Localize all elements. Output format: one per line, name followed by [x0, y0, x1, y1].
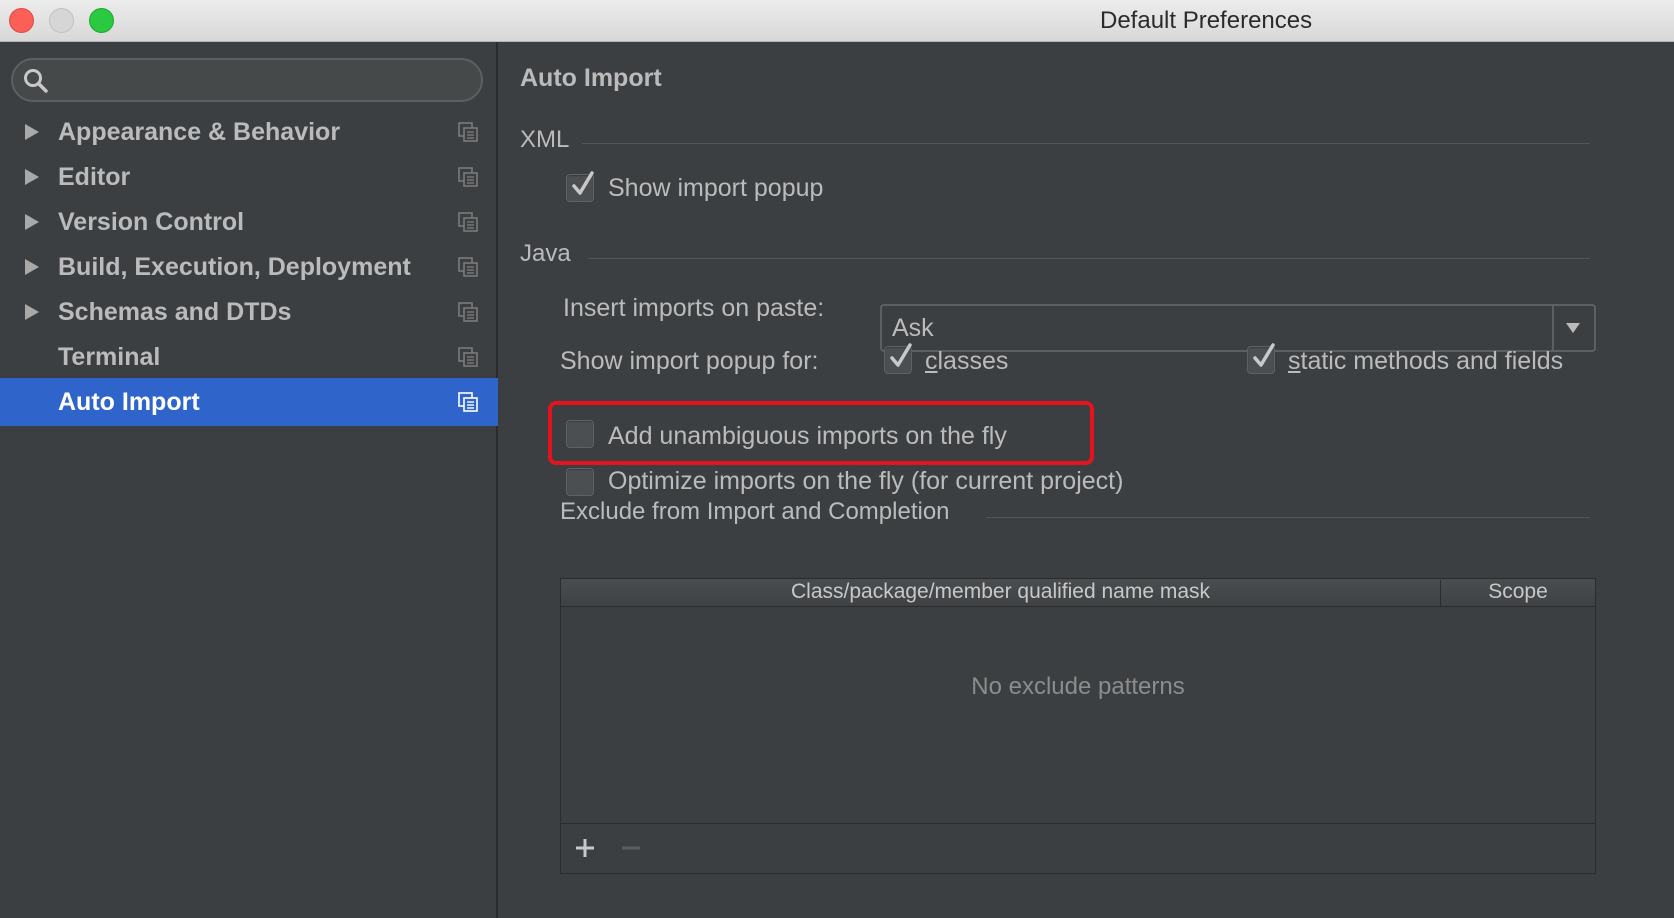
minus-icon[interactable]	[619, 836, 643, 860]
section-separator	[582, 143, 1590, 144]
search-icon	[24, 69, 48, 93]
expand-arrow-icon[interactable]	[24, 168, 40, 186]
empty-table-text: No exclude patterns	[971, 673, 1185, 700]
sidebar-item-label: Version Control	[58, 208, 245, 236]
plus-icon[interactable]	[573, 836, 597, 860]
project-settings-icon	[458, 167, 478, 187]
project-settings-icon	[458, 122, 478, 142]
sidebar-item-terminal[interactable]: Terminal	[0, 333, 498, 381]
expand-arrow-icon[interactable]	[24, 303, 40, 321]
sidebar-item-appearance-behavior[interactable]: Appearance & Behavior	[0, 108, 498, 156]
dropdown-divider	[1552, 306, 1554, 350]
popup-classes-checkbox[interactable]	[884, 343, 912, 374]
window-title: Default Preferences	[1100, 7, 1313, 34]
optimize-imports-checkbox[interactable]	[566, 468, 594, 496]
sidebar-item-auto-import[interactable]: Auto Import	[0, 378, 498, 426]
preferences-window: Default Preferences Appearance & Behavio…	[0, 0, 1674, 918]
table-toolbar	[561, 823, 1595, 873]
add-unambiguous-imports-label[interactable]: Add unambiguous imports on the fly	[608, 419, 1007, 453]
section-title-xml: XML	[520, 126, 570, 153]
project-settings-icon	[458, 347, 478, 367]
maximize-window-button[interactable]	[89, 8, 114, 33]
show-popup-for-label: Show import popup for:	[560, 347, 819, 375]
sidebar-item-label: Build, Execution, Deployment	[58, 253, 411, 281]
insert-imports-value: Ask	[892, 314, 934, 342]
table-header: Class/package/member qualified name mask…	[561, 579, 1595, 607]
project-settings-icon	[458, 212, 478, 232]
column-header-scope[interactable]: Scope	[1442, 580, 1594, 604]
sidebar-item-build-execution-deployment[interactable]: Build, Execution, Deployment	[0, 243, 498, 291]
popup-classes-label[interactable]: classes	[925, 347, 1008, 376]
project-settings-icon	[458, 302, 478, 322]
settings-content: Auto Import XML Show import popup Java I…	[500, 42, 1674, 918]
sidebar-item-version-control[interactable]: Version Control	[0, 198, 498, 246]
exclude-table: Class/package/member qualified name mask…	[560, 578, 1596, 874]
search-box[interactable]	[11, 58, 483, 102]
section-title-java: Java	[520, 240, 571, 267]
sidebar-item-label: Terminal	[58, 343, 161, 371]
sidebar-item-label: Editor	[58, 163, 131, 191]
checkmark-icon	[572, 171, 594, 195]
project-settings-icon	[458, 392, 478, 412]
add-unambiguous-imports-checkbox[interactable]	[566, 420, 594, 448]
checkmark-icon	[1253, 343, 1275, 367]
search-input[interactable]	[57, 64, 467, 96]
expand-arrow-icon[interactable]	[24, 123, 40, 141]
insert-imports-dropdown[interactable]: Ask	[880, 304, 1596, 352]
section-title-exclude: Exclude from Import and Completion	[560, 498, 950, 525]
column-header-mask[interactable]: Class/package/member qualified name mask	[561, 580, 1441, 607]
popup-static-label[interactable]: static methods and fields	[1288, 347, 1563, 376]
sidebar-item-label: Auto Import	[58, 388, 200, 416]
expand-arrow-icon[interactable]	[24, 213, 40, 231]
sidebar-item-editor[interactable]: Editor	[0, 153, 498, 201]
insert-imports-label: Insert imports on paste:	[563, 294, 825, 322]
popup-static-checkbox[interactable]	[1247, 343, 1275, 374]
section-separator	[588, 258, 1590, 259]
sidebar-item-label: Appearance & Behavior	[58, 118, 341, 146]
minimize-window-button[interactable]	[49, 8, 74, 33]
close-window-button[interactable]	[9, 8, 34, 33]
optimize-imports-label[interactable]: Optimize imports on the fly (for current…	[608, 467, 1123, 496]
project-settings-icon	[458, 257, 478, 277]
page-title: Auto Import	[520, 64, 662, 92]
sidebar-item-label: Schemas and DTDs	[58, 298, 292, 326]
expand-arrow-icon[interactable]	[24, 258, 40, 276]
sidebar-item-schemas-dtds[interactable]: Schemas and DTDs	[0, 288, 498, 336]
section-separator	[986, 517, 1590, 518]
show-import-popup-label[interactable]: Show import popup	[608, 174, 823, 203]
checkmark-icon	[890, 343, 912, 367]
show-import-popup-checkbox[interactable]	[566, 171, 594, 202]
settings-sidebar: Appearance & Behavior Editor Version Con…	[0, 42, 498, 918]
title-bar: Default Preferences	[0, 0, 1674, 42]
chevron-down-icon[interactable]	[1565, 321, 1581, 335]
